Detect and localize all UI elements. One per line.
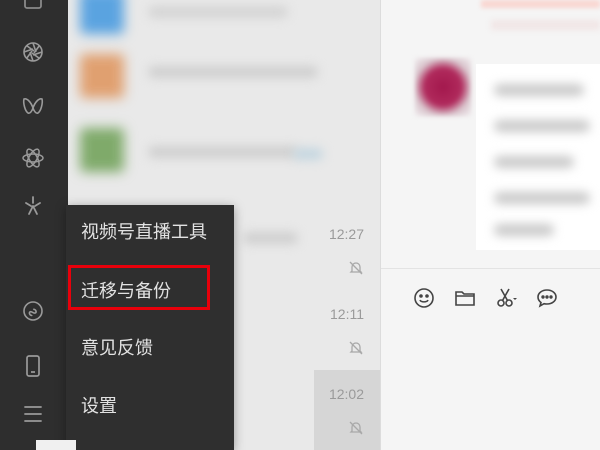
mute-bell-icon [349,341,363,355]
highlight-annotation [68,265,210,310]
avatar[interactable] [415,58,471,116]
sidebar [0,0,68,450]
avatar [80,54,124,98]
blurred-text [148,146,298,158]
blurred-text [494,192,590,204]
menu-item-label: 设置 [81,396,117,417]
mini-program-icon[interactable] [17,295,49,327]
mute-bell-icon [349,261,363,275]
avatar [80,0,124,34]
blurred-text [494,84,584,96]
aperture-icon[interactable] [17,36,49,68]
avatar [80,128,124,172]
blurred-text [494,156,574,168]
blurred-footer [36,440,76,450]
mute-bell-icon [349,421,363,435]
chat-area [381,0,600,450]
list-item[interactable] [68,120,380,178]
menu-item-live-tools[interactable]: 视频号直播工具 [66,206,234,256]
chat-time: 12:11 [330,306,364,322]
message-bubble [476,64,600,250]
list-item[interactable] [68,0,380,40]
chat-bubble-icon[interactable] [534,285,560,311]
blurred-header [491,20,600,30]
sparkle-icon[interactable] [17,190,49,222]
atom-icon[interactable] [17,142,49,174]
scissors-icon[interactable] [493,285,519,311]
list-item[interactable] [68,46,380,104]
menu-item-label: 视频号直播工具 [81,222,207,243]
phone-icon[interactable] [17,350,49,382]
menu-item-settings[interactable]: 设置 [66,380,234,430]
blurred-text [293,148,323,160]
butterfly-icon[interactable] [17,90,49,122]
menu-icon[interactable] [17,398,49,430]
blurred-text [494,120,590,132]
blurred-text [243,232,298,244]
chat-time: 12:27 [328,226,364,242]
emoji-icon[interactable] [411,285,437,311]
blurred-text [494,224,554,236]
blurred-header [481,0,600,8]
folder-icon[interactable] [452,285,478,311]
blurred-text [148,6,288,18]
settings-popup-menu: 视频号直播工具 迁移与备份 意见反馈 设置 [66,205,234,450]
menu-item-label: 意见反馈 [81,338,153,359]
blurred-text [148,66,318,78]
menu-item-feedback[interactable]: 意见反馈 [66,322,234,372]
top-partial-icon[interactable] [17,0,49,18]
chat-time: 12:02 [328,386,364,402]
